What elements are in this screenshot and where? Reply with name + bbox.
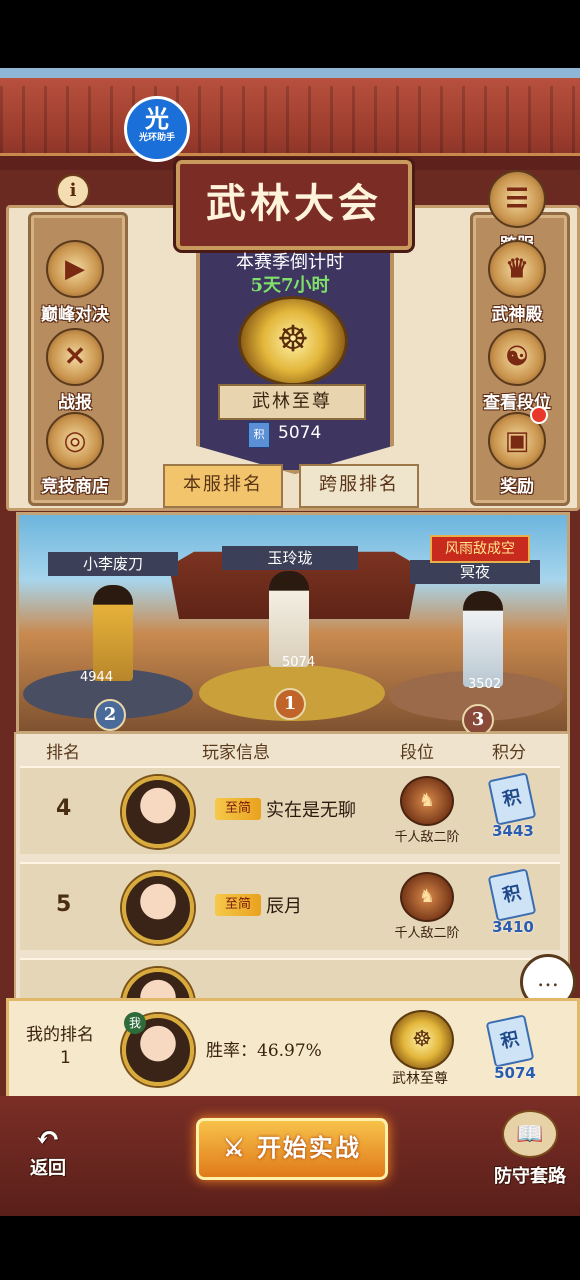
war-god-hall-label: 武神殿: [491, 305, 543, 325]
player-points: 3443: [492, 822, 534, 840]
tier-tag: 至简: [215, 798, 261, 820]
rank-name: 千人敌二阶: [394, 926, 460, 941]
battle-report-button[interactable]: ✕ 战报: [30, 328, 120, 413]
tier-emblem-icon: ♞: [400, 776, 454, 826]
coin-icon: ◎: [46, 412, 104, 470]
second-place-name: 小李废刀: [48, 552, 178, 576]
avatar[interactable]: [122, 872, 194, 944]
third-place-title-tag: 风雨敌成空: [430, 535, 530, 563]
rank-name: 千人敌二阶: [394, 830, 460, 845]
table-row[interactable]: 5 至简 辰月 ♞ 千人敌二阶 积 3410: [20, 862, 560, 950]
player-points: 3410: [492, 918, 534, 936]
my-rank-value: 1: [60, 1048, 71, 1068]
play-icon: ▶: [46, 240, 104, 298]
third-place-name: 冥夜: [410, 560, 540, 584]
view-tier-button[interactable]: ☯ 查看段位: [472, 328, 562, 413]
me-tag: 我: [124, 1012, 146, 1034]
book-icon: 📖: [502, 1110, 558, 1158]
third-place-character[interactable]: [463, 591, 503, 687]
tier-emblem-icon: ♞: [400, 872, 454, 922]
crossed-swords-icon: ✕: [46, 328, 104, 386]
notification-dot: [530, 406, 548, 424]
my-rank-name: 武林至尊: [392, 1071, 448, 1087]
defense-routine-label: 防守套路: [494, 1166, 566, 1187]
crown-icon: ♛: [488, 240, 546, 298]
row-rank: 5: [56, 892, 72, 917]
arena-shop-button[interactable]: ◎ 竞技商店: [30, 412, 120, 497]
defense-routine-button[interactable]: 📖 防守套路: [482, 1110, 578, 1188]
battle-report-label: 战报: [58, 393, 92, 413]
crossed-swords-icon: ⚔: [223, 1133, 247, 1162]
table-row[interactable]: 4 至简 实在是无聊 ♞ 千人敌二阶 积 3443: [20, 766, 560, 854]
first-place-name: 玉玲珑: [222, 546, 358, 570]
header-player-info: 玩家信息: [202, 743, 270, 763]
points-icon: 积: [248, 422, 270, 448]
war-god-hall-button[interactable]: ♛ 武神殿: [472, 240, 562, 325]
row-rank: 4: [56, 796, 72, 821]
back-button[interactable]: ↶ 返回: [18, 1124, 78, 1180]
arena-shop-label: 竞技商店: [41, 477, 109, 497]
player-name: 辰月: [266, 896, 302, 917]
points-icon: 积: [487, 772, 537, 826]
current-rank-title: 武林至尊: [218, 384, 366, 420]
tier-tag: 至简: [215, 894, 261, 916]
back-label: 返回: [30, 1158, 66, 1179]
player-name: 实在是无聊: [266, 800, 356, 821]
second-place-character[interactable]: [93, 585, 133, 681]
tab-cross-ranking[interactable]: 跨服排名: [299, 464, 419, 508]
third-place-score: 3502: [468, 677, 502, 692]
avatar[interactable]: [122, 968, 194, 1000]
page-title: 武林大会: [176, 160, 412, 250]
assistant-label: 光环助手: [138, 133, 175, 143]
countdown-value: 5天7小时: [250, 275, 330, 296]
tier-emblem-icon: ☯: [488, 328, 546, 386]
start-battle-label: 开始实战: [256, 1133, 361, 1162]
second-place-badge: 2: [94, 699, 126, 731]
tab-local-ranking[interactable]: 本服排名: [163, 464, 283, 508]
peak-duel-label: 巅峰对决: [41, 305, 109, 325]
avatar[interactable]: [122, 776, 194, 848]
dragon-emblem-icon: ☸: [238, 296, 348, 386]
my-points: 5074: [494, 1064, 536, 1082]
my-rank-label: 我的排名: [26, 1025, 94, 1045]
second-place-score: 4944: [80, 670, 114, 685]
season-score: 5074: [278, 423, 322, 443]
rewards-button[interactable]: ▣ 奖励: [472, 412, 562, 497]
win-rate: 胜率：46.97%: [206, 1041, 322, 1061]
header-points: 积分: [492, 743, 526, 763]
assistant-logo-glyph: 光: [145, 104, 169, 133]
info-icon[interactable]: i: [56, 174, 90, 208]
table-header: 排名 玩家信息 段位 积分: [16, 734, 564, 764]
header-rank: 排名: [46, 743, 80, 763]
back-arrow-icon: ↶: [35, 1121, 61, 1156]
app-assistant-badge[interactable]: 光 光环助手: [124, 96, 190, 162]
first-place-character[interactable]: [269, 571, 309, 667]
rewards-label: 奖励: [500, 477, 534, 497]
header-tier: 段位: [400, 743, 434, 763]
list-icon: ☰: [488, 170, 546, 228]
points-icon: 积: [487, 868, 537, 922]
table-row-partial[interactable]: [20, 958, 560, 1000]
first-place-badge: 1: [274, 688, 306, 720]
start-battle-button[interactable]: ⚔ 开始实战: [196, 1118, 388, 1180]
peak-duel-button[interactable]: ▶ 巅峰对决: [30, 240, 120, 325]
dragon-emblem-icon: ☸: [390, 1010, 454, 1070]
first-place-score: 5074: [282, 655, 316, 670]
